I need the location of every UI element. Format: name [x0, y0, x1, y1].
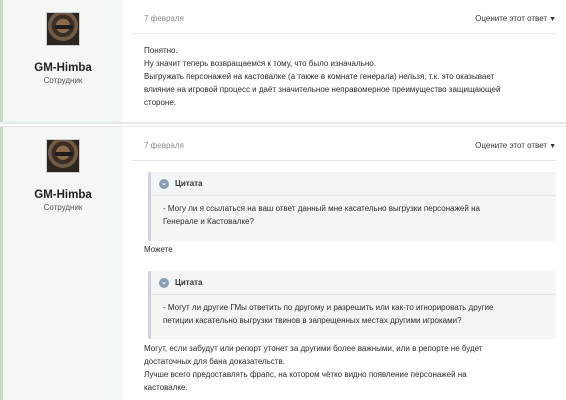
post-date[interactable]: 7 февраля	[144, 14, 184, 23]
avatar[interactable]	[46, 139, 80, 173]
post-line: достаточных для бана доказательств.	[144, 357, 286, 366]
user-role: Сотрудник	[43, 203, 83, 212]
avatar[interactable]	[46, 12, 80, 46]
quote-header[interactable]: ⌄ Цитата	[151, 172, 556, 196]
post-line: Лучше всего предоставлять фрапс, на кото…	[144, 370, 467, 379]
quote-body: - Могут ли другие ГМы ответить по другом…	[151, 295, 556, 333]
post-date[interactable]: 7 февраля	[144, 141, 184, 150]
post-content: 7 февраля Оцените этот ответ ▼ Понятно. Н…	[132, 0, 556, 122]
post-line: Выгружать персонажей на кастовалке (а та…	[144, 72, 495, 81]
post-line: Могут, если забудут или репорт утонет за…	[144, 344, 483, 353]
rate-answer-dropdown[interactable]: Оцените этот ответ ▼	[475, 14, 556, 23]
quote-line: - Могут ли другие ГМы ответить по другом…	[163, 303, 494, 312]
reply-text: Могут, если забудут или репорт утонет за…	[144, 342, 556, 394]
quote-block: ⌄ Цитата - Могут ли другие ГМы ответить …	[148, 271, 556, 339]
divider	[132, 160, 556, 161]
quote-line: Генерале и Кастовалке?	[163, 217, 254, 226]
quote-title: Цитата	[175, 278, 203, 287]
username[interactable]: GM-Himba	[3, 189, 123, 201]
post: GM-Himba Сотрудник 7 февраля Оцените это…	[0, 126, 566, 400]
username[interactable]: GM-Himba	[3, 62, 123, 74]
chevron-down-icon[interactable]: ⌄	[159, 277, 169, 288]
post-line: влияние на игровой процесс и даёт значит…	[144, 85, 501, 94]
quote-line: - Могу ли я ссылаться на ваш ответ данны…	[163, 204, 480, 213]
post-line: кастовалке.	[144, 383, 188, 392]
post-line: Ну значит теперь возвращаемся к тому, чт…	[144, 59, 376, 68]
post-content: 7 февраля Оцените этот ответ ▼ ⌄ Цитата -…	[132, 127, 556, 400]
quote-line: петиции касательно выгрузки твинов в зап…	[163, 316, 462, 325]
rate-answer-label: Оцените этот ответ	[475, 141, 548, 150]
post: GM-Himba Сотрудник 7 февраля Оцените это…	[0, 0, 566, 124]
caret-down-icon: ▼	[549, 143, 556, 150]
reply-text: Можете	[144, 245, 173, 254]
rate-answer-dropdown[interactable]: Оцените этот ответ ▼	[475, 141, 556, 150]
post-line: стороне.	[144, 98, 177, 107]
quote-body: - Могу ли я ссылаться на ваш ответ данны…	[151, 196, 556, 234]
rate-answer-label: Оцените этот ответ	[475, 14, 548, 23]
author-panel: GM-Himba Сотрудник	[0, 127, 123, 400]
quote-block: ⌄ Цитата - Могу ли я ссылаться на ваш от…	[148, 172, 556, 241]
quote-header[interactable]: ⌄ Цитата	[151, 271, 556, 295]
post-line: Понятно.	[144, 46, 178, 55]
quote-title: Цитата	[175, 179, 203, 188]
post-body: Понятно. Ну значит теперь возвращаемся к…	[144, 44, 556, 109]
chevron-down-icon[interactable]: ⌄	[159, 178, 169, 189]
user-role: Сотрудник	[43, 76, 83, 85]
caret-down-icon: ▼	[549, 16, 556, 23]
author-panel: GM-Himba Сотрудник	[0, 0, 123, 122]
divider	[132, 33, 556, 34]
